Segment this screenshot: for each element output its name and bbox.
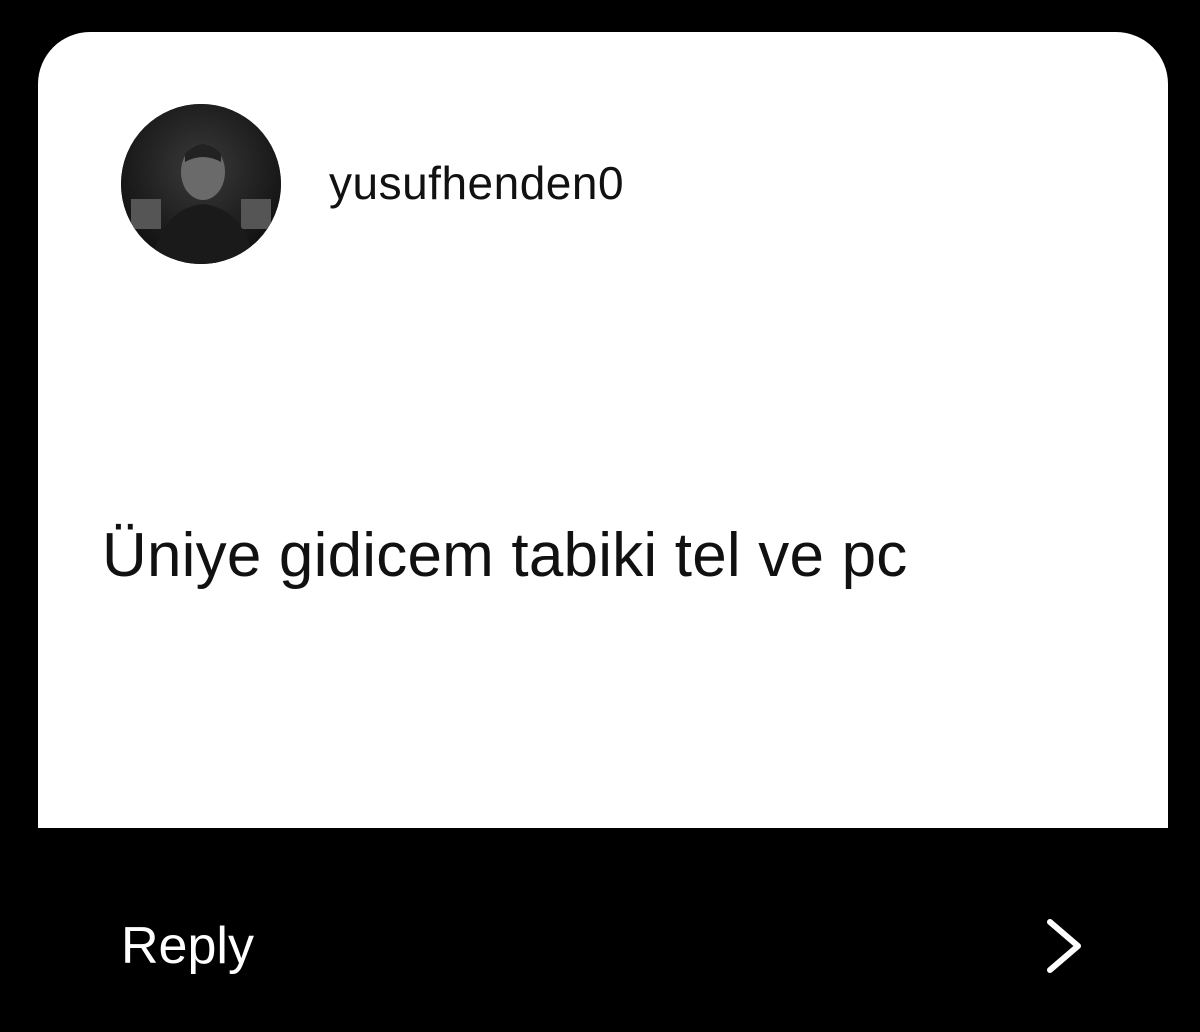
profile-photo-icon	[121, 104, 281, 264]
screen: yusufhenden0 Üniye gidicem tabiki tel ve…	[0, 0, 1200, 1032]
avatar[interactable]	[121, 104, 281, 264]
reply-button[interactable]: Reply	[121, 920, 254, 972]
chevron-right-icon[interactable]	[1040, 916, 1090, 976]
username[interactable]: yusufhenden0	[329, 160, 624, 206]
story-card[interactable]: yusufhenden0 Üniye gidicem tabiki tel ve…	[38, 32, 1168, 828]
story-reply-message: Üniye gidicem tabiki tel ve pc	[102, 521, 908, 590]
reply-bar[interactable]: Reply	[0, 828, 1200, 1032]
